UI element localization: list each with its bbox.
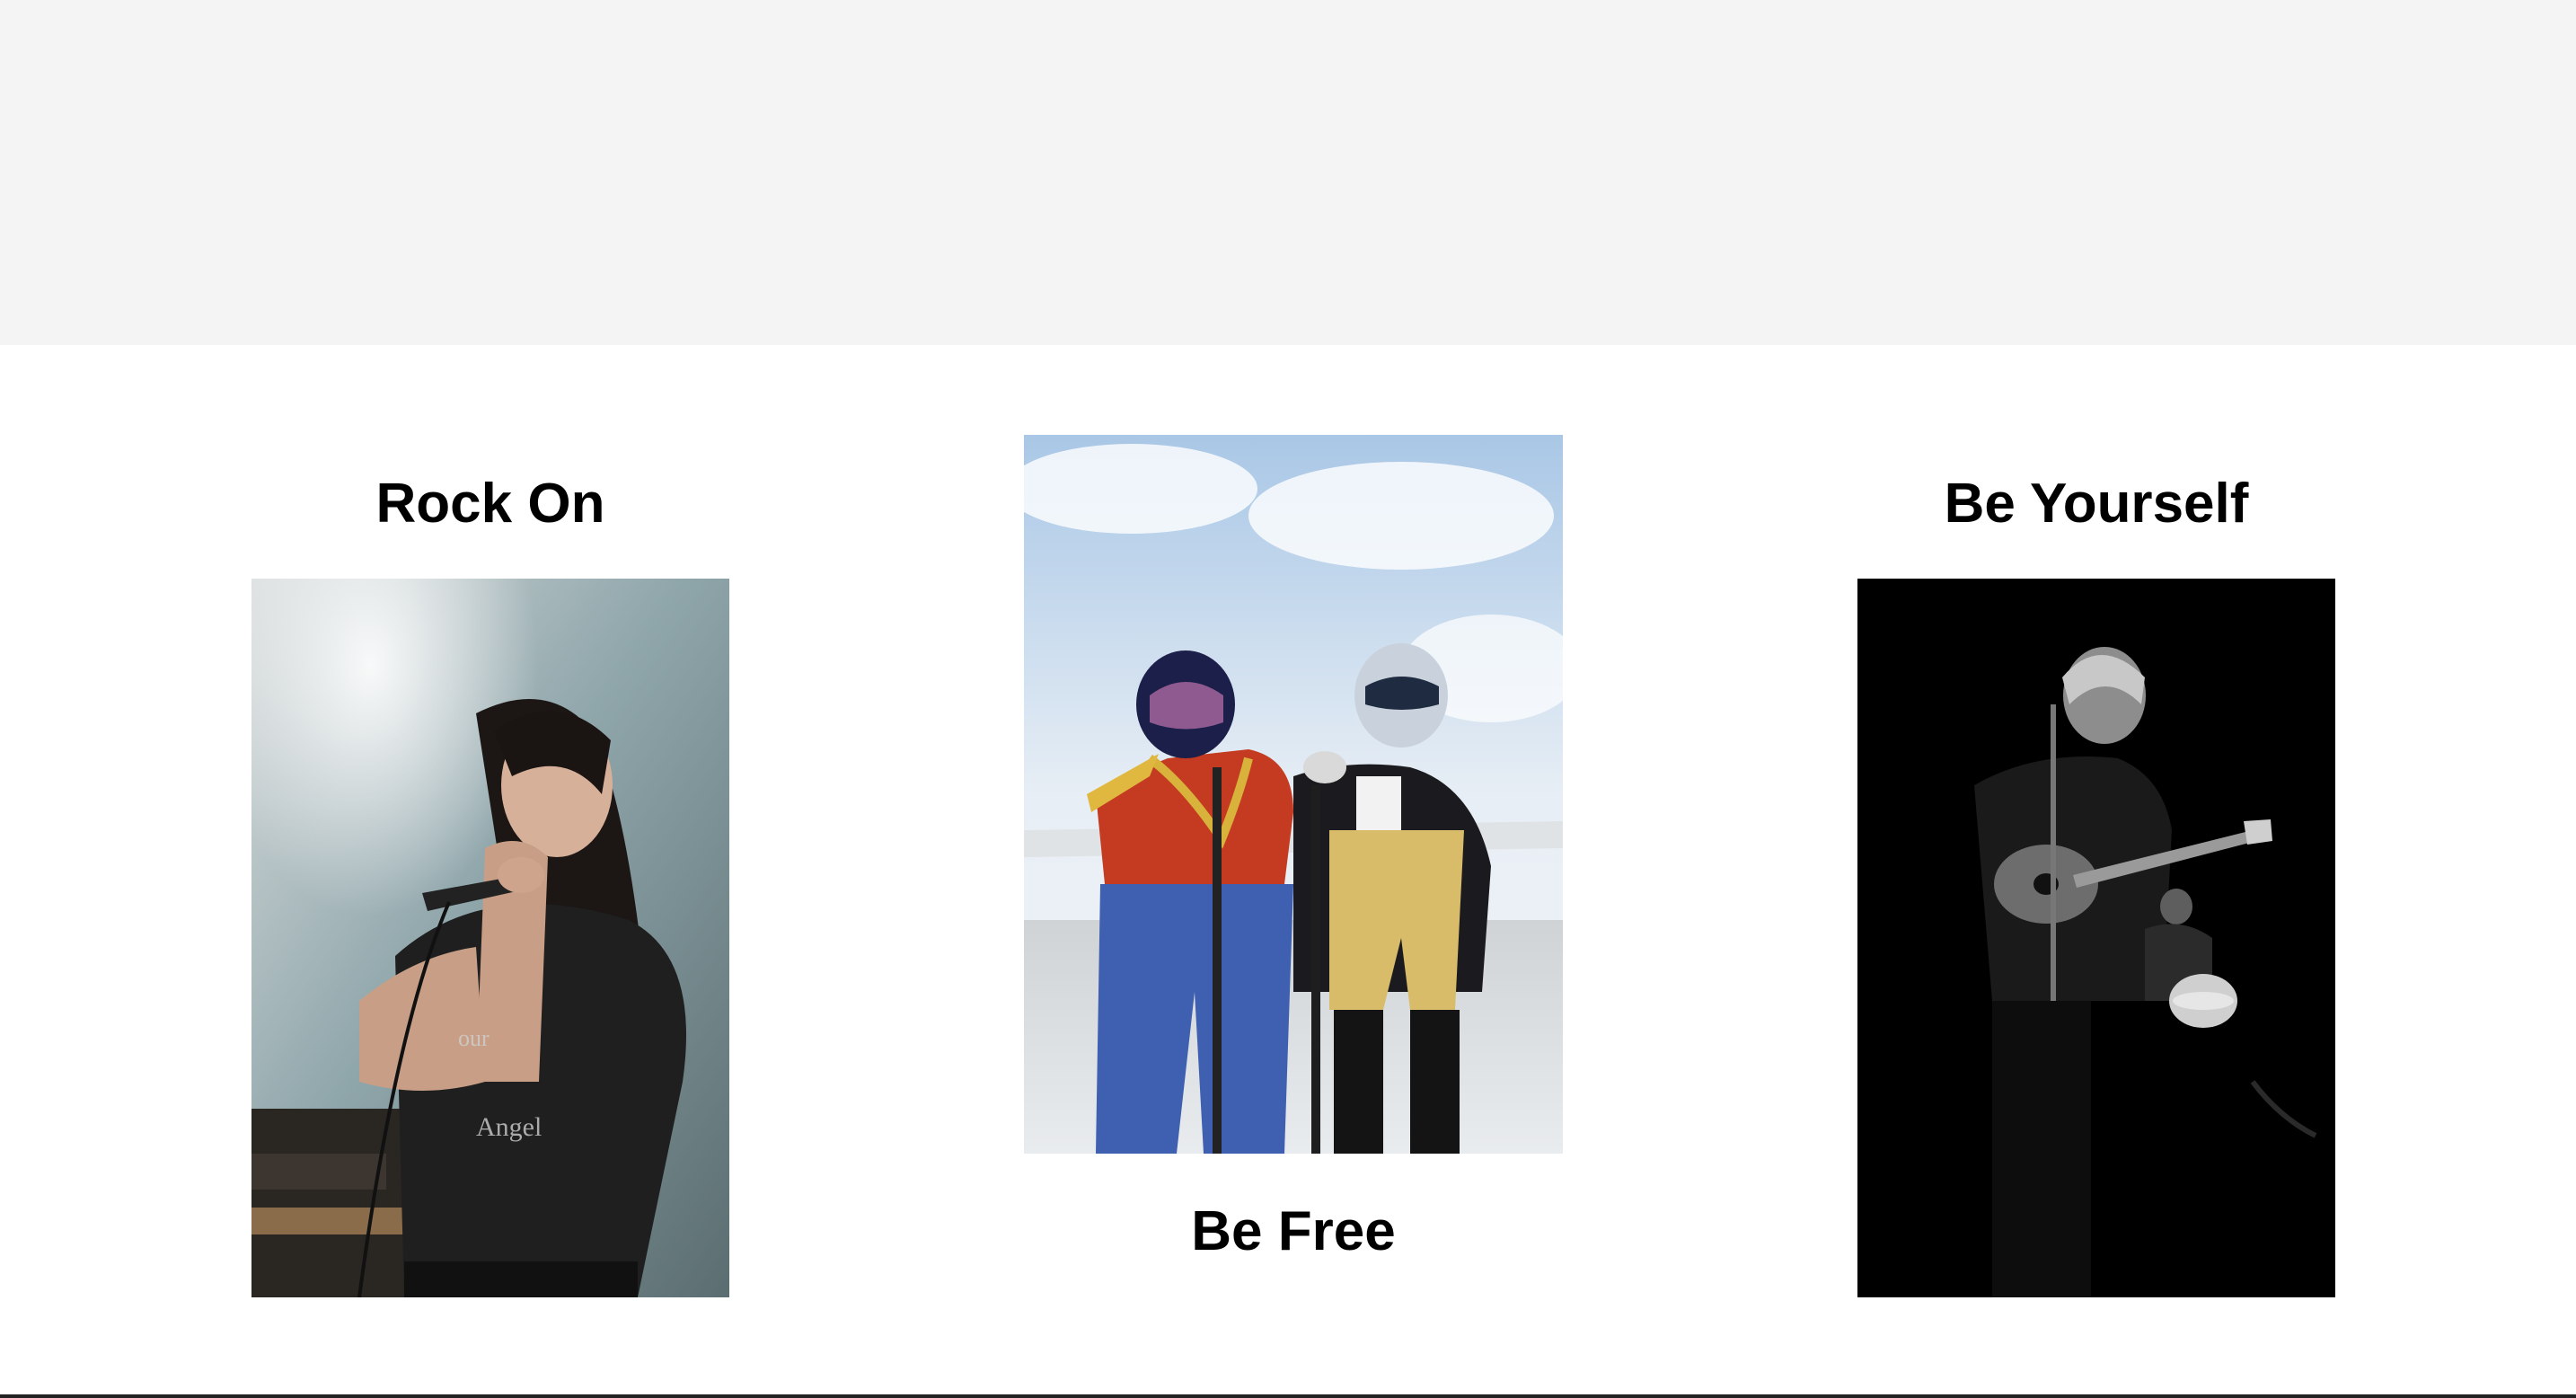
svg-text:our: our [458,1025,490,1051]
photo-helmeted-duo [1024,435,1563,1154]
card-title-be-yourself: Be Yourself [1944,473,2249,535]
svg-text:Angel: Angel [476,1112,542,1142]
bottom-divider [0,1394,2576,1398]
header-band [0,0,2576,345]
card-title-rock-on: Rock On [375,473,605,535]
photo-singer: our Angel [251,579,729,1297]
singer-image: our Angel [251,579,729,1297]
photo-guitarist [1857,579,2335,1297]
card-title-be-free: Be Free [1191,1200,1396,1262]
duo-image [1024,435,1563,1154]
guitarist-image [1857,579,2335,1297]
